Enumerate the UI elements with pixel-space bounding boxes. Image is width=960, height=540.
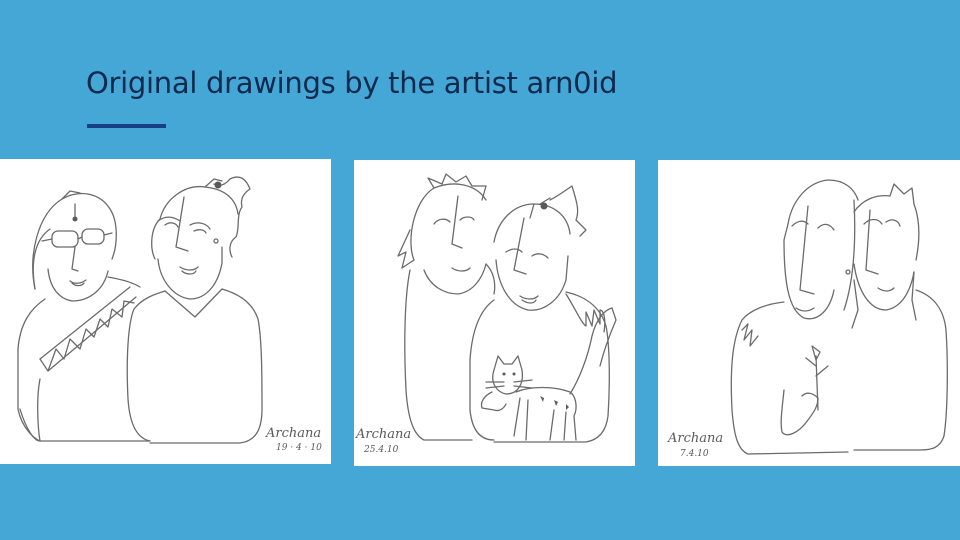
drawing-1: Archana 19 · 4 · 10 xyxy=(0,159,331,464)
drawing-2: Archana 25.4.10 xyxy=(354,160,635,466)
drawing-2-illustration xyxy=(397,173,617,443)
slide: Original drawings by the artist arn0id A… xyxy=(0,0,960,540)
drawing-1-date: 19 · 4 · 10 xyxy=(276,443,322,453)
slide-title: Original drawings by the artist arn0id xyxy=(86,66,618,100)
drawing-2-signature: Archana xyxy=(356,427,412,442)
drawing-3-date: 7.4.10 xyxy=(680,449,709,459)
drawing-3-illustration xyxy=(730,179,948,455)
title-accent-bar xyxy=(87,124,166,128)
drawing-3-signature: Archana xyxy=(668,431,724,446)
drawing-2-date: 25.4.10 xyxy=(364,445,399,455)
drawing-1-illustration xyxy=(17,176,263,444)
drawing-3: Archana 7.4.10 xyxy=(658,160,960,466)
drawing-1-signature: Archana xyxy=(266,426,322,441)
